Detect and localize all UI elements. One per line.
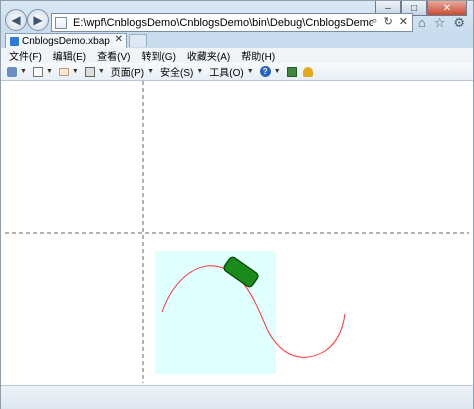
chevron-down-icon: ▼ — [71, 68, 79, 75]
forward-button[interactable]: ▶ — [27, 9, 49, 31]
print-icon — [84, 66, 95, 77]
messenger-icon — [302, 66, 313, 77]
address-input[interactable] — [67, 14, 373, 31]
page-menu-label: 页面(P) — [110, 68, 145, 79]
mail-tool[interactable]: ▼ — [58, 67, 79, 76]
chevron-down-icon: ▼ — [196, 68, 204, 75]
tab-cnblogsdemo[interactable]: CnblogsDemo.xbap ✕ — [5, 33, 127, 48]
mail-icon — [58, 67, 69, 76]
address-tools: ⌕ ↻ ✕ — [371, 15, 408, 28]
page-menu[interactable]: 页面(P) ▼ — [111, 64, 154, 79]
messenger-tool[interactable] — [302, 66, 313, 77]
chevron-down-icon: ▼ — [273, 68, 281, 75]
tab-title: CnblogsDemo.xbap — [22, 35, 110, 47]
tab-row: CnblogsDemo.xbap ✕ — [1, 33, 473, 48]
menu-help[interactable]: 帮助(H) — [241, 48, 275, 63]
new-tab-button[interactable] — [129, 34, 147, 47]
home-icon[interactable]: ⌂ — [418, 15, 426, 31]
research-tool[interactable] — [286, 66, 297, 77]
print-tool[interactable]: ▼ — [84, 66, 105, 77]
menu-view[interactable]: 查看(V) — [97, 48, 130, 63]
xbap-content — [5, 81, 469, 383]
page-icon — [10, 36, 19, 46]
tools-menu-label: 工具(O) — [209, 68, 244, 79]
status-bar — [1, 385, 473, 409]
favorites-icon[interactable]: ☆ — [434, 15, 446, 31]
browser-window: – □ ✕ ◀ ▶ ⌕ ↻ ✕ ⌂ ☆ ⚙ CnblogsDemo.xbap ✕ — [0, 0, 474, 409]
help-icon: ? — [259, 66, 271, 77]
house-icon — [7, 66, 17, 77]
wpf-canvas — [5, 81, 469, 383]
menu-favorites[interactable]: 收藏夹(A) — [187, 48, 230, 63]
command-bar: ▼ ▼ ▼ ▼ 页面(P) ▼ 安全(S) ▼ 工具(O) ▼ ? ▼ — [1, 63, 473, 81]
tools-icon[interactable]: ⚙ — [453, 15, 465, 31]
feeds-tool[interactable]: ▼ — [32, 66, 53, 77]
browser-icons: ⌂ ☆ ⚙ — [418, 15, 465, 31]
menu-goto[interactable]: 转到(G) — [141, 48, 175, 63]
chevron-down-icon: ▼ — [246, 68, 254, 75]
safety-menu[interactable]: 安全(S) ▼ — [160, 64, 203, 79]
chevron-down-icon: ▼ — [147, 68, 155, 75]
menu-edit[interactable]: 编辑(E) — [53, 48, 86, 63]
title-bar: – □ ✕ ◀ ▶ ⌕ ↻ ✕ ⌂ ☆ ⚙ — [1, 1, 473, 33]
refresh-icon[interactable]: ↻ — [384, 15, 393, 28]
feed-icon — [32, 66, 43, 77]
home-tool[interactable]: ▼ — [7, 66, 27, 77]
address-bar[interactable]: ⌕ ↻ ✕ — [51, 13, 413, 32]
research-icon — [286, 66, 297, 77]
help-tool[interactable]: ? ▼ — [259, 66, 281, 77]
safety-menu-label: 安全(S) — [160, 68, 194, 79]
stop-icon[interactable]: ✕ — [399, 15, 408, 28]
chevron-down-icon: ▼ — [20, 68, 27, 75]
close-button[interactable]: ✕ — [427, 1, 467, 16]
search-icon[interactable]: ⌕ — [371, 15, 377, 28]
chevron-down-icon: ▼ — [97, 68, 105, 75]
animation-panel — [155, 251, 276, 374]
tools-menu[interactable]: 工具(O) ▼ — [209, 64, 253, 79]
back-button[interactable]: ◀ — [5, 9, 27, 31]
chevron-down-icon: ▼ — [45, 68, 53, 75]
tab-close-icon[interactable]: ✕ — [115, 34, 123, 45]
menu-file[interactable]: 文件(F) — [9, 48, 42, 63]
page-icon — [55, 16, 67, 29]
menu-bar: 文件(F) 编辑(E) 查看(V) 转到(G) 收藏夹(A) 帮助(H) — [1, 48, 473, 63]
